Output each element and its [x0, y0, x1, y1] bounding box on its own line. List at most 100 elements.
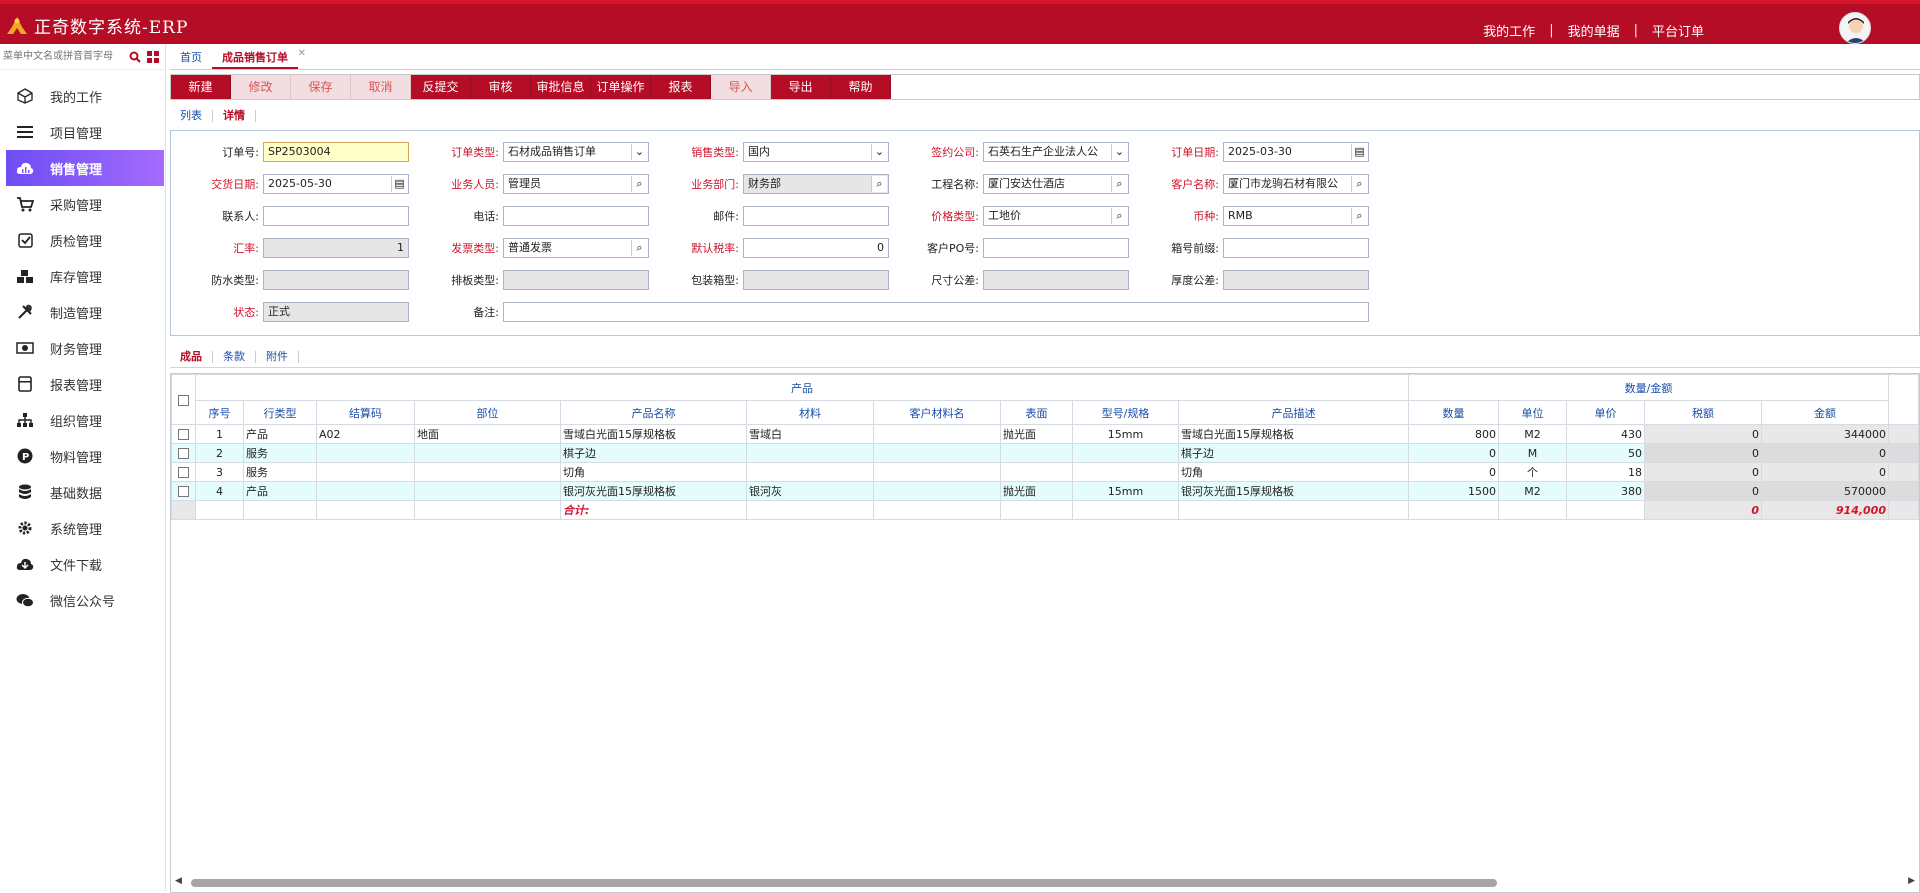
table-cell[interactable]: 银河灰 — [746, 481, 874, 501]
sidebar-item[interactable]: 报表管理 — [0, 366, 165, 402]
nav-platform-orders[interactable]: 平台订单 — [1652, 21, 1704, 40]
toolbar-button[interactable]: 保存 — [291, 75, 351, 99]
table-cell[interactable]: 0 — [1644, 462, 1762, 482]
column-header[interactable]: 行类型 — [243, 400, 317, 425]
row-checkbox[interactable] — [178, 429, 189, 440]
table-cell[interactable]: 0 — [1761, 443, 1889, 463]
status-input[interactable]: 正式 — [263, 302, 409, 322]
row-checkbox[interactable] — [178, 448, 189, 459]
table-cell[interactable]: 服务 — [243, 462, 317, 482]
column-header[interactable]: 单位 — [1498, 400, 1567, 425]
sidebar-item[interactable]: 基础数据 — [0, 474, 165, 510]
column-header[interactable]: 部位 — [414, 400, 561, 425]
table-cell[interactable] — [873, 443, 1001, 463]
size-tol-input[interactable] — [983, 270, 1129, 290]
column-header[interactable]: 产品名称 — [560, 400, 747, 425]
tab-sales-order[interactable]: 成品销售订单 ✕ — [212, 47, 306, 69]
calendar-icon[interactable]: ▤ — [1351, 144, 1367, 160]
tab-detail[interactable]: 详情 — [213, 110, 256, 122]
table-row[interactable]: 1 产品 A02 地面 雪域白光面15厚规格板 雪域白 抛光面 15mm 雪域白光面15厚规格板… — [171, 424, 1919, 444]
toolbar-button[interactable]: 修改 — [231, 75, 291, 99]
sidebar-item[interactable]: 微信公众号 — [0, 582, 165, 618]
scroll-left-icon[interactable]: ◀ — [175, 876, 182, 886]
table-cell[interactable]: 服务 — [243, 443, 317, 463]
table-cell[interactable] — [1000, 443, 1073, 463]
tab-terms[interactable]: 条款 — [213, 350, 256, 363]
invoice-type-input[interactable]: 普通发票 ⌕ — [503, 238, 649, 258]
sidebar-item[interactable]: 采购管理 — [0, 186, 165, 222]
table-cell[interactable]: 4 — [195, 481, 244, 501]
table-row[interactable]: 3 服务 切角 切角 0 个 18 0 0 — [171, 462, 1919, 482]
table-cell[interactable]: 344000 — [1761, 424, 1889, 444]
lookup-icon[interactable]: ⌕ — [871, 176, 887, 192]
sidebar-item[interactable]: 组织管理 — [0, 402, 165, 438]
remark-input[interactable] — [503, 302, 1369, 322]
sidebar-item[interactable]: 销售管理 — [6, 150, 164, 186]
toolbar-button[interactable]: 审核 — [471, 75, 531, 99]
column-header[interactable]: 单价 — [1566, 400, 1645, 425]
table-cell[interactable]: 2 — [195, 443, 244, 463]
order-no-input[interactable]: SP2503004 — [263, 142, 409, 162]
nav-my-docs[interactable]: 我的单据 — [1568, 21, 1620, 40]
table-cell[interactable]: 570000 — [1761, 481, 1889, 501]
row-checkbox[interactable] — [178, 467, 189, 478]
toolbar-button[interactable]: 导入 — [711, 75, 771, 99]
sidebar-item[interactable]: 质检管理 — [0, 222, 165, 258]
sidebar-item[interactable]: 我的工作 — [0, 78, 165, 114]
table-cell[interactable]: 切角 — [1178, 462, 1409, 482]
email-input[interactable] — [743, 206, 889, 226]
table-cell[interactable] — [1072, 443, 1179, 463]
chevron-down-icon[interactable]: ⌄ — [631, 144, 647, 160]
table-cell[interactable]: 0 — [1644, 481, 1762, 501]
lookup-icon[interactable]: ⌕ — [631, 176, 647, 192]
lookup-icon[interactable]: ⌕ — [631, 240, 647, 256]
chevron-down-icon[interactable]: ⌄ — [1111, 144, 1127, 160]
tab-attachments[interactable]: 附件 — [256, 350, 299, 363]
table-cell[interactable]: 0 — [1644, 424, 1762, 444]
tab-list[interactable]: 列表 — [170, 110, 213, 122]
salesman-input[interactable]: 管理员 ⌕ — [503, 174, 649, 194]
tax-rate-input[interactable]: 0 — [743, 238, 889, 258]
table-cell[interactable]: 15mm — [1072, 424, 1179, 444]
calendar-icon[interactable]: ▤ — [391, 176, 407, 192]
customer-input[interactable]: 厦门市龙驹石材有限公 ⌕ — [1223, 174, 1369, 194]
price-type-input[interactable]: 工地价 ⌕ — [983, 206, 1129, 226]
tab-product[interactable]: 成品 — [170, 350, 213, 363]
table-cell[interactable]: 银河灰光面15厚规格板 — [1178, 481, 1409, 501]
toolbar-button[interactable]: 审批信息 — [531, 75, 591, 99]
sales-type-select[interactable]: 国内 ⌄ — [743, 142, 889, 162]
table-cell[interactable]: 产品 — [243, 424, 317, 444]
phone-input[interactable] — [503, 206, 649, 226]
lookup-icon[interactable]: ⌕ — [1111, 208, 1127, 224]
table-cell[interactable] — [316, 462, 415, 482]
delivery-date-input[interactable]: 2025-05-30 ▤ — [263, 174, 409, 194]
table-cell[interactable]: 雪域白光面15厚规格板 — [560, 424, 747, 444]
project-input[interactable]: 厦门安达仕酒店 ⌕ — [983, 174, 1129, 194]
table-cell[interactable]: 0 — [1408, 462, 1499, 482]
table-cell[interactable] — [746, 443, 874, 463]
column-header[interactable]: 表面 — [1000, 400, 1073, 425]
horizontal-scrollbar[interactable]: ◀ ▶ — [171, 876, 1919, 888]
toolbar-button[interactable]: 反提交 — [411, 75, 471, 99]
table-cell[interactable]: M2 — [1498, 481, 1567, 501]
table-cell[interactable]: 3 — [195, 462, 244, 482]
sidebar-item[interactable]: 文件下载 — [0, 546, 165, 582]
toolbar-button[interactable]: 取消 — [351, 75, 411, 99]
sidebar-item[interactable]: 系统管理 — [0, 510, 165, 546]
lookup-icon[interactable]: ⌕ — [1351, 176, 1367, 192]
sign-company-select[interactable]: 石英石生产企业法人公 ⌄ — [983, 142, 1129, 162]
table-cell[interactable] — [414, 481, 561, 501]
column-header[interactable]: 数量 — [1408, 400, 1499, 425]
row-checkbox[interactable] — [178, 486, 189, 497]
table-cell[interactable]: 15mm — [1072, 481, 1179, 501]
select-all-checkbox[interactable] — [178, 394, 189, 406]
toolbar-button[interactable]: 导出 — [771, 75, 831, 99]
table-cell[interactable]: 50 — [1566, 443, 1645, 463]
lookup-icon[interactable]: ⌕ — [1111, 176, 1127, 192]
table-cell[interactable]: 抛光面 — [1000, 424, 1073, 444]
sidebar-item[interactable]: 库存管理 — [0, 258, 165, 294]
table-cell[interactable] — [316, 481, 415, 501]
sidebar-item[interactable]: 制造管理 — [0, 294, 165, 330]
table-cell[interactable] — [414, 462, 561, 482]
sidebar-item[interactable]: P 物料管理 — [0, 438, 165, 474]
